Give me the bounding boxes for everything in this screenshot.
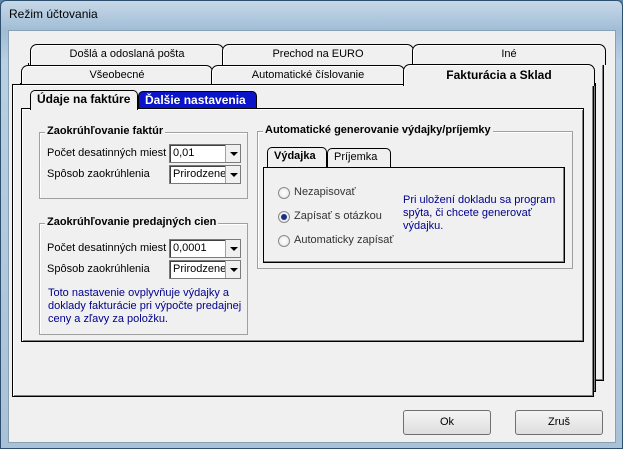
group-title-faktur: Zaokrúhľovanie faktúr: [45, 125, 166, 137]
combo-decimals-predajnych[interactable]: 0,0001: [169, 239, 241, 258]
combo-method-predajnych-value: Prirodzene: [173, 263, 227, 275]
group-title-generovanie: Automatické generovanie výdajky/príjemky: [263, 124, 493, 136]
combo-decimals-faktur-value: 0,01: [173, 147, 195, 159]
radio-nezapisovat[interactable]: [278, 187, 290, 199]
note-generovanie: Pri uložení dokladu sa program spýta, či…: [403, 194, 556, 232]
radio-label-automaticky-zapisat: Automaticky zapísať: [294, 234, 394, 246]
tab-ine[interactable]: Iné: [412, 44, 606, 65]
combo-method-faktur-value: Prirodzene: [173, 168, 227, 180]
label-sposob-zaokruhlenia-predajnych: Spôsob zaokrúhlenia: [47, 263, 150, 275]
group-title-predajnych: Zaokrúhľovanie predajných cien: [45, 216, 219, 228]
dialog-window: Režim účtovania Došlá a odoslaná pošta P…: [0, 0, 623, 449]
tab-automaticke-cislovanie[interactable]: Automatické číslovanie: [211, 65, 405, 86]
window-title: Režim účtovania: [9, 7, 98, 21]
tab-vydajka[interactable]: Výdajka: [267, 147, 327, 167]
note-predajne-ceny: Toto nastavenie ovplyvňuje výdajky a dok…: [48, 287, 242, 325]
tab-vseobecne[interactable]: Všeobecné: [21, 65, 213, 86]
cancel-button[interactable]: Zruš: [515, 410, 603, 435]
radio-label-zapisat-s-otazkou: Zapísať s otázkou: [294, 210, 382, 222]
chevron-down-icon[interactable]: [225, 261, 240, 278]
label-pocet-desatinnych-faktur: Počet desatinných miest: [47, 147, 167, 159]
chevron-down-icon[interactable]: [225, 166, 240, 183]
combo-method-predajnych[interactable]: Prirodzene: [169, 260, 241, 279]
combo-decimals-predajnych-value: 0,0001: [173, 242, 207, 254]
radio-label-nezapisovat: Nezapisovať: [294, 186, 356, 198]
tab-prijemka[interactable]: Príjemka: [327, 148, 391, 167]
tab-prechod-na-euro[interactable]: Prechod na EURO: [222, 44, 414, 65]
chevron-down-icon[interactable]: [225, 145, 240, 162]
tab-dosla-odoslana-posta[interactable]: Došlá a odoslaná pošta: [30, 44, 224, 65]
combo-decimals-faktur[interactable]: 0,01: [169, 144, 241, 163]
radio-automaticky-zapisat[interactable]: [278, 235, 290, 247]
label-pocet-desatinnych-predajnych: Počet desatinných miest: [47, 242, 167, 254]
label-sposob-zaokruhlenia-faktur: Spôsob zaokrúhlenia: [47, 168, 150, 180]
tab-fakturacia-a-sklad[interactable]: Fakturácia a Sklad: [403, 64, 595, 86]
combo-method-faktur[interactable]: Prirodzene: [169, 165, 241, 184]
radio-zapisat-s-otazkou[interactable]: [278, 211, 290, 223]
tab-udaje-na-fakture[interactable]: Údaje na faktúre: [30, 90, 138, 110]
chevron-down-icon[interactable]: [225, 240, 240, 257]
ok-button[interactable]: Ok: [403, 410, 491, 435]
